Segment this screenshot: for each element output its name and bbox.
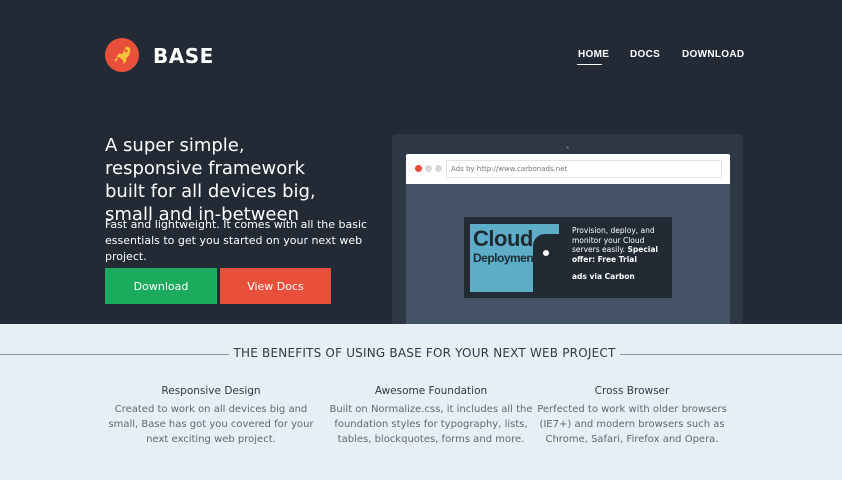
- address-bar[interactable]: Ads by http://www.carbonads.net: [446, 160, 722, 178]
- feature-responsive-design: Responsive Design Created to work on all…: [106, 385, 316, 447]
- divider-left: [0, 354, 229, 355]
- minimize-dot-icon: [425, 165, 432, 172]
- rocket-icon[interactable]: [105, 38, 139, 72]
- ad-image-title: Cloud: [473, 226, 533, 251]
- feature-text: Perfected to work with older browsers (I…: [537, 404, 727, 445]
- ad-copy[interactable]: Provision, deploy, and monitor your Clou…: [572, 226, 668, 264]
- close-dot-icon: [415, 165, 422, 172]
- maximize-dot-icon: [435, 165, 442, 172]
- feature-title: Responsive Design: [161, 385, 261, 397]
- divider-right: [620, 354, 842, 355]
- hero-lead: Fast and lightweight. It comes with all …: [105, 218, 368, 263]
- ad-via-link[interactable]: ads via Carbon: [572, 272, 635, 281]
- download-button[interactable]: Download: [105, 268, 217, 304]
- feature-text: Created to work on all devices big and s…: [108, 404, 314, 445]
- hero-headline: A super simple, responsive framework bui…: [105, 135, 316, 225]
- feature-text: Built on Normalize.css, it includes all …: [329, 404, 533, 445]
- robot-head-icon: [533, 234, 559, 292]
- camera-dot: [566, 146, 569, 149]
- benefits-title: THE BENEFITS OF USING BASE FOR YOUR NEXT…: [233, 346, 616, 360]
- feature-cross-browser: Cross Browser Perfected to work with old…: [527, 385, 737, 447]
- nav-active-underline: [577, 64, 602, 65]
- robot-eye-icon: [541, 248, 551, 258]
- nav-docs[interactable]: DOCS: [630, 49, 660, 60]
- view-docs-button[interactable]: View Docs: [220, 268, 331, 304]
- browser-toolbar: Ads by http://www.carbonads.net: [406, 154, 730, 184]
- ad-image-subtitle: Deployment: [473, 251, 537, 265]
- feature-awesome-foundation: Awesome Foundation Built on Normalize.cs…: [326, 385, 536, 447]
- brand-name[interactable]: BASE: [153, 44, 214, 68]
- nav-download[interactable]: DOWNLOAD: [682, 49, 744, 60]
- feature-title: Awesome Foundation: [374, 385, 488, 397]
- ad-image[interactable]: Cloud Deployment: [470, 224, 559, 292]
- nav-home[interactable]: HOME: [578, 49, 609, 60]
- feature-title: Cross Browser: [594, 385, 670, 397]
